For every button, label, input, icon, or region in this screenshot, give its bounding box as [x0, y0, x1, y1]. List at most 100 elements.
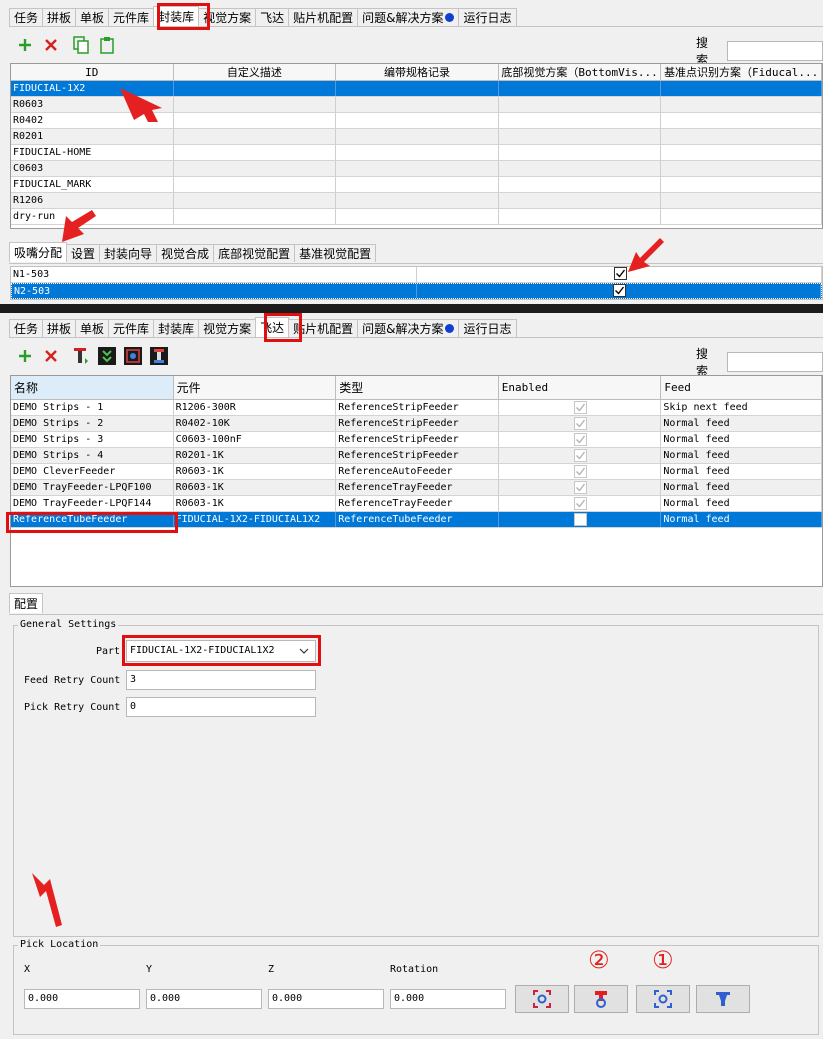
checkbox[interactable]: [574, 497, 588, 510]
checkbox[interactable]: [574, 433, 588, 446]
paste-icon[interactable]: [94, 33, 120, 57]
table-row[interactable]: R0402: [11, 113, 822, 129]
tab-feeders[interactable]: 飞达: [255, 317, 290, 337]
y-input[interactable]: 0.000: [146, 989, 262, 1009]
tab-vision[interactable]: 视觉方案: [198, 8, 257, 26]
search-input[interactable]: [727, 41, 823, 61]
checkbox[interactable]: [574, 481, 588, 494]
checkbox[interactable]: [613, 267, 627, 280]
part-select[interactable]: FIDUCIAL-1X2-FIDUCIAL1X2: [126, 640, 316, 662]
column-header-part[interactable]: 元件: [174, 376, 337, 399]
tab-machine-setup[interactable]: 贴片机配置: [288, 8, 359, 26]
table-row[interactable]: FIDUCIAL_MARK: [11, 177, 822, 193]
table-row[interactable]: DEMO TrayFeeder-LPQF100 R0603-1K Reference…: [11, 480, 822, 496]
tab-tasks[interactable]: 任务: [9, 8, 44, 26]
empty-cell: [174, 97, 337, 112]
column-header-feed[interactable]: Feed: [661, 376, 822, 399]
table-row[interactable]: DEMO Strips - 3 C0603-100nF ReferenceStrip…: [11, 432, 822, 448]
tab-parts[interactable]: 元件库: [108, 8, 155, 26]
delete-icon[interactable]: [38, 344, 64, 368]
checkbox[interactable]: [574, 417, 588, 430]
tab-log[interactable]: 运行日志: [458, 8, 517, 26]
tab-machine-setup[interactable]: 贴片机配置: [288, 319, 359, 337]
rotation-input[interactable]: 0.000: [390, 989, 506, 1009]
checkbox[interactable]: [613, 284, 626, 297]
table-row[interactable]: R0603: [11, 97, 822, 113]
tab-issues[interactable]: 问题&解决方案: [357, 8, 460, 26]
table-row[interactable]: FIDUCIAL-1X2: [11, 81, 822, 97]
tab-packages[interactable]: 封装库: [153, 319, 200, 337]
annotation-number-two: ②: [588, 946, 610, 974]
chevron-down-icon: [299, 648, 309, 654]
feeder-part: R0603-1K: [174, 480, 337, 495]
subtab-nozzle-assignment[interactable]: 吸嘴分配: [9, 242, 68, 262]
tab-board[interactable]: 单板: [75, 8, 110, 26]
table-row[interactable]: N2-503: [11, 283, 822, 299]
table-row[interactable]: N1-503: [11, 267, 822, 283]
column-header-id[interactable]: ID: [11, 64, 174, 80]
column-header-bottom-vision[interactable]: 底部视觉方案（BottomVis...: [499, 64, 662, 80]
checkbox[interactable]: [574, 401, 588, 414]
package-toolbar: [12, 32, 120, 58]
tab-parts[interactable]: 元件库: [108, 319, 155, 337]
table-row[interactable]: R0201: [11, 129, 822, 145]
checkbox[interactable]: [574, 513, 588, 526]
subtab-bottom-vision[interactable]: 底部视觉配置: [213, 244, 296, 262]
column-header-type[interactable]: 类型: [336, 376, 499, 399]
table-row[interactable]: dry-run: [11, 209, 822, 225]
table-row[interactable]: R1206: [11, 193, 822, 209]
search-input[interactable]: [727, 352, 823, 372]
tab-panelize[interactable]: 拼板: [42, 8, 77, 26]
tab-board[interactable]: 单板: [75, 319, 110, 337]
column-header-description[interactable]: 自定义描述: [174, 64, 337, 80]
subtab-fiducial-vision[interactable]: 基准视觉配置: [294, 244, 377, 262]
pick-retry-input[interactable]: 0: [126, 697, 316, 717]
empty-cell: [499, 177, 662, 192]
capture-tool-location-button[interactable]: [574, 985, 628, 1013]
move-tool-to-location-button[interactable]: [696, 985, 750, 1013]
tab-config[interactable]: 配置: [9, 593, 44, 613]
delete-icon[interactable]: [38, 33, 64, 57]
feed-strip-icon[interactable]: [94, 344, 120, 368]
column-header-name[interactable]: 名称: [11, 376, 174, 399]
subtab-vision-composite[interactable]: 视觉合成: [156, 244, 215, 262]
tab-issues[interactable]: 问题&解决方案: [357, 319, 460, 337]
feeder-part: R0201-1K: [174, 448, 337, 463]
copy-icon[interactable]: [68, 33, 94, 57]
column-header-enabled[interactable]: Enabled: [499, 376, 662, 399]
tab-vision[interactable]: 视觉方案: [198, 319, 257, 337]
add-icon[interactable]: [12, 344, 38, 368]
tab-log[interactable]: 运行日志: [458, 319, 517, 337]
z-input[interactable]: 0.000: [268, 989, 384, 1009]
table-row[interactable]: DEMO Strips - 4 R0201-1K ReferenceStripFee…: [11, 448, 822, 464]
move-camera-to-location-button[interactable]: [636, 985, 690, 1013]
tab-tasks[interactable]: 任务: [9, 319, 44, 337]
checkbox[interactable]: [574, 449, 588, 462]
feeder-feed: Normal feed: [661, 480, 822, 495]
capture-camera-location-button[interactable]: [515, 985, 569, 1013]
tab-panelize[interactable]: 拼板: [42, 319, 77, 337]
x-input[interactable]: 0.000: [24, 989, 140, 1009]
feeder-name: DEMO Strips - 3: [11, 432, 174, 447]
add-icon[interactable]: [12, 33, 38, 57]
table-row[interactable]: DEMO Strips - 1 R1206-300R ReferenceStripF…: [11, 400, 822, 416]
table-row[interactable]: C0603: [11, 161, 822, 177]
tab-feeders[interactable]: 飞达: [255, 8, 290, 26]
column-header-tape-spec[interactable]: 编带规格记录: [336, 64, 499, 80]
empty-cell: [174, 145, 337, 160]
table-row[interactable]: DEMO TrayFeeder-LPQF144 R0603-1K Reference…: [11, 496, 822, 512]
checkbox[interactable]: [574, 465, 588, 478]
tab-packages[interactable]: 封装库: [153, 6, 200, 26]
table-row[interactable]: DEMO CleverFeeder R0603-1K ReferenceAutoFe…: [11, 464, 822, 480]
feed-icon[interactable]: [68, 344, 94, 368]
table-row[interactable]: ReferenceTubeFeeder FIDUCIAL-1X2-FIDUCIAL…: [11, 512, 822, 528]
table-row[interactable]: DEMO Strips - 2 R0402-10K ReferenceStripFe…: [11, 416, 822, 432]
pick-icon[interactable]: [120, 344, 146, 368]
subtab-package-wizard[interactable]: 封装向导: [99, 244, 158, 262]
column-header-fiducial-vision[interactable]: 基准点识别方案（Fiducal...: [661, 64, 822, 80]
table-row[interactable]: FIDUCIAL-HOME: [11, 145, 822, 161]
pick-feed-icon[interactable]: [146, 344, 172, 368]
subtab-settings[interactable]: 设置: [66, 244, 101, 262]
feed-retry-input[interactable]: 3: [126, 670, 316, 690]
empty-cell: [174, 177, 337, 192]
